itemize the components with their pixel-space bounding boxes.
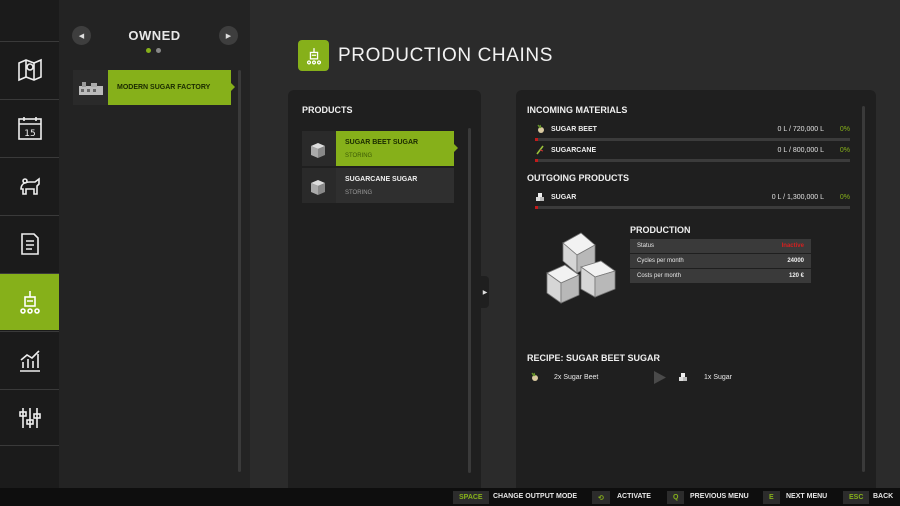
- product-status: STORING: [345, 153, 373, 159]
- main-sidebar: 15: [0, 0, 64, 488]
- recipe-row: 2x Sugar Beet 1x Sugar: [527, 370, 867, 386]
- material-name: SUGAR: [551, 194, 577, 201]
- bar-fill: [535, 206, 538, 209]
- product-item-sugar-beet-sugar[interactable]: SUGAR BEET SUGAR STORING: [302, 131, 458, 166]
- material-amount: 0 L / 720,000 L: [777, 126, 824, 133]
- next-page-button[interactable]: ▶: [219, 26, 238, 45]
- factory-thumbnail: [73, 70, 108, 105]
- material-fill-bar: [535, 159, 850, 162]
- page-title: PRODUCTION CHAINS: [338, 45, 553, 66]
- material-row-sugarcane: SUGARCANE 0 L / 800,000 L 0%: [535, 145, 850, 165]
- material-row-sugar: SUGAR 0 L / 1,300,000 L 0%: [535, 192, 850, 212]
- key-space[interactable]: SPACE: [453, 491, 489, 504]
- product-name: SUGAR BEET SUGAR: [345, 139, 419, 146]
- chevron-right-icon: ▶: [225, 32, 232, 40]
- sugar-product-image: [546, 232, 616, 304]
- key-label-previous-menu[interactable]: PREVIOUS MENU: [690, 493, 749, 500]
- material-fill-bar: [535, 138, 850, 141]
- production-icon: [19, 291, 40, 314]
- settings-icon: [18, 407, 41, 428]
- key-label-change-output-mode[interactable]: CHANGE OUTPUT MODE: [493, 493, 577, 500]
- sugar-icon: [679, 373, 687, 381]
- products-scrollbar[interactable]: [468, 128, 471, 473]
- left-scrollbar[interactable]: [238, 70, 241, 472]
- bar-fill: [535, 159, 538, 162]
- products-heading: PRODUCTS: [302, 105, 353, 115]
- sidebar-item-production[interactable]: [0, 273, 64, 330]
- recipe-input: 2x Sugar Beet: [554, 374, 599, 381]
- incoming-heading: INCOMING MATERIALS: [527, 105, 628, 115]
- page-dot-active: [146, 48, 151, 53]
- sidebar-item-settings[interactable]: [0, 389, 59, 446]
- production-heading: PRODUCTION: [630, 225, 691, 235]
- sidebar-item-map[interactable]: [0, 41, 59, 98]
- page-indicator: [146, 48, 161, 53]
- sugar-beet-icon: [537, 124, 544, 133]
- bar-fill: [535, 138, 538, 141]
- calendar-icon: 15: [17, 117, 42, 140]
- map-icon: [17, 58, 42, 82]
- recipe-output: 1x Sugar: [704, 374, 733, 381]
- key-label-activate[interactable]: ACTIVATE: [617, 493, 651, 500]
- stat-value: 24000: [787, 258, 804, 264]
- factory-icon: [78, 81, 103, 95]
- material-row-sugar-beet: SUGAR BEET 0 L / 720,000 L 0%: [535, 124, 850, 144]
- material-name: SUGARCANE: [551, 147, 597, 154]
- key-esc[interactable]: ESC: [843, 491, 870, 504]
- sugar-cubes-icon: [302, 131, 336, 166]
- outgoing-heading: OUTGOING PRODUCTS: [527, 173, 630, 183]
- owned-panel: ◀ OWNED ▶ MODERN SUGAR FACTORY: [59, 0, 250, 488]
- chevron-right-icon: ▶: [482, 289, 488, 296]
- product-name: SUGARCANE SUGAR: [345, 176, 418, 183]
- status-value: Inactive: [781, 243, 804, 249]
- key-activate-icon[interactable]: ⟲: [592, 491, 610, 504]
- sidebar-item-calendar[interactable]: 15: [0, 99, 59, 156]
- product-item-sugarcane-sugar[interactable]: SUGARCANE SUGAR STORING: [302, 168, 454, 203]
- recipe-arrow-icon: [654, 371, 666, 384]
- products-panel: PRODUCTS SUGAR BEET SUGAR STORING SUGARC…: [288, 90, 481, 488]
- material-name: SUGAR BEET: [551, 126, 597, 133]
- material-percent: 0%: [839, 147, 850, 154]
- stat-row-costs: Costs per month 120 €: [630, 269, 811, 283]
- recipe-heading: RECIPE: SUGAR BEET SUGAR: [527, 353, 661, 363]
- list-item-modern-sugar-factory[interactable]: MODERN SUGAR FACTORY: [73, 70, 235, 105]
- material-percent: 0%: [839, 194, 850, 201]
- stat-label: Status: [637, 243, 655, 249]
- sugar-beet-icon: [531, 372, 538, 381]
- key-e[interactable]: E: [763, 491, 780, 504]
- expand-arrow-button[interactable]: ▶: [481, 276, 489, 308]
- sugar-icon: [536, 193, 544, 201]
- sidebar-item-contracts[interactable]: [0, 215, 59, 272]
- key-label-next-menu[interactable]: NEXT MENU: [786, 493, 827, 500]
- statistics-icon: [19, 350, 40, 372]
- stat-row-status: Status Inactive: [630, 239, 811, 253]
- sugarcane-icon: [536, 145, 544, 155]
- stat-row-cycles: Cycles per month 24000: [630, 254, 811, 268]
- material-amount: 0 L / 800,000 L: [777, 147, 824, 154]
- material-percent: 0%: [839, 126, 850, 133]
- animals-icon: [19, 177, 40, 195]
- product-status: STORING: [345, 190, 373, 196]
- details-scrollbar[interactable]: [862, 106, 865, 472]
- key-hints-bar: SPACE CHANGE OUTPUT MODE ⟲ ACTIVATE Q PR…: [0, 488, 900, 506]
- sugar-cubes-icon: [302, 168, 336, 203]
- production-header-icon: [298, 40, 329, 71]
- stat-label: Cycles per month: [637, 258, 684, 264]
- stat-label: Costs per month: [637, 273, 682, 279]
- page-dot: [156, 48, 161, 53]
- sidebar-item-animals[interactable]: [0, 157, 59, 214]
- sidebar-item-statistics[interactable]: [0, 331, 59, 388]
- factory-label: MODERN SUGAR FACTORY: [117, 84, 211, 91]
- key-label-back[interactable]: BACK: [873, 493, 893, 500]
- material-fill-bar: [535, 206, 850, 209]
- production-stats: Status Inactive Cycles per month 24000 C…: [630, 239, 811, 284]
- stat-value: 120 €: [788, 273, 804, 279]
- material-amount: 0 L / 1,300,000 L: [771, 194, 824, 201]
- calendar-day: 15: [24, 129, 35, 139]
- contracts-icon: [20, 233, 39, 255]
- key-q[interactable]: Q: [667, 491, 685, 504]
